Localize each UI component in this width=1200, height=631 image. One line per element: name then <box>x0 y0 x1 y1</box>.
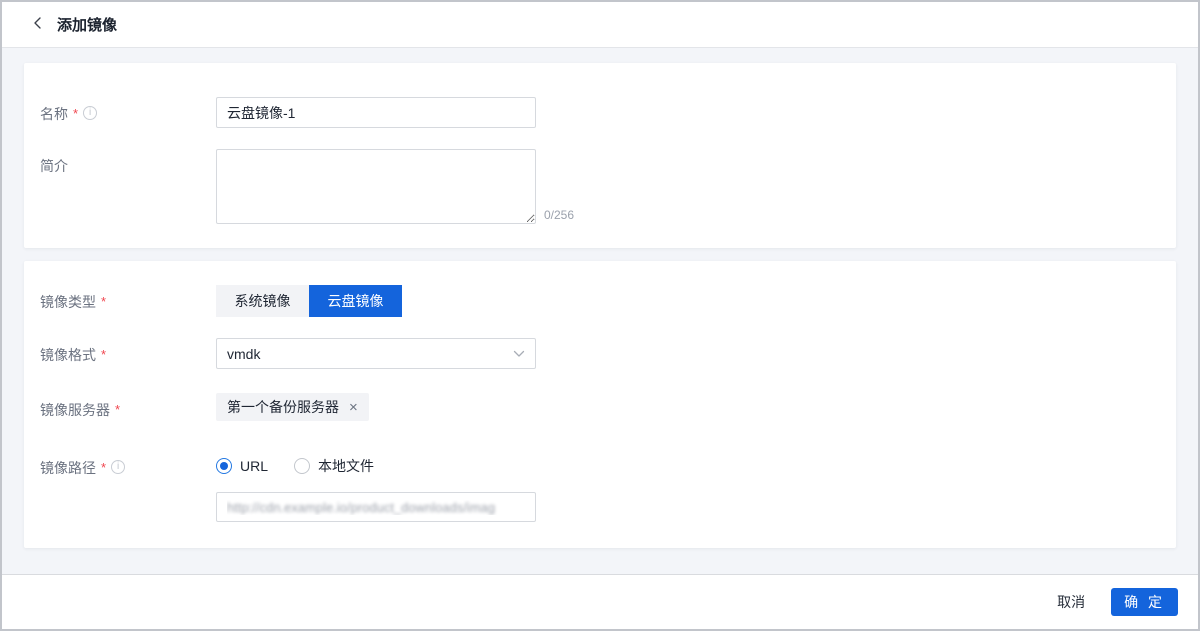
image-path-label: 镜像路径 <box>40 460 96 476</box>
intro-field-wrap: 0/256 <box>216 149 574 224</box>
intro-label: 简介 <box>40 158 68 174</box>
info-icon[interactable]: i <box>111 460 126 474</box>
radio-url[interactable]: URL <box>216 458 268 474</box>
basic-info-card: 名称 * i 简介 0/256 <box>24 63 1176 248</box>
url-input[interactable] <box>216 492 536 522</box>
required-asterisk: * <box>101 460 107 475</box>
image-type-option-volume[interactable]: 云盘镜像 <box>309 285 402 317</box>
char-counter: 0/256 <box>544 208 575 222</box>
form-area: 名称 * i 简介 0/256 镜像类型 <box>2 48 1198 574</box>
server-tag-label: 第一个备份服务器 <box>227 399 339 415</box>
cancel-button[interactable]: 取消 <box>1057 592 1085 612</box>
back-button[interactable] <box>30 15 45 34</box>
intro-label-group: 简介 <box>40 149 216 176</box>
server-tag: 第一个备份服务器 × <box>216 393 369 421</box>
image-path-controls: URL 本地文件 <box>216 451 536 522</box>
name-label: 名称 <box>40 106 68 122</box>
image-type-row: 镜像类型 * 系统镜像 云盘镜像 <box>40 285 1160 317</box>
image-format-row: 镜像格式 * vmdk <box>40 338 1160 369</box>
page-header: 添加镜像 <box>2 2 1198 48</box>
image-config-card: 镜像类型 * 系统镜像 云盘镜像 镜像格式 * vmdk 镜像服务器 * 第一个… <box>24 261 1176 548</box>
name-label-group: 名称 * i <box>40 97 216 124</box>
name-input[interactable] <box>216 97 536 128</box>
image-type-label: 镜像类型 <box>40 294 96 310</box>
image-type-option-system[interactable]: 系统镜像 <box>216 285 309 317</box>
radio-local-file-label: 本地文件 <box>318 458 375 474</box>
chevron-left-icon <box>32 17 43 32</box>
footer-bar: 取消 确 定 <box>2 574 1198 629</box>
chevron-down-icon <box>513 345 525 363</box>
page-title: 添加镜像 <box>57 17 118 34</box>
radio-url-label: URL <box>240 458 269 474</box>
info-icon[interactable]: i <box>83 106 98 120</box>
image-path-label-group: 镜像路径 * i <box>40 451 216 478</box>
tag-close-icon[interactable]: × <box>349 400 358 415</box>
image-path-row: 镜像路径 * i URL 本地文件 <box>40 451 1160 522</box>
required-asterisk: * <box>101 347 107 362</box>
intro-row: 简介 0/256 <box>40 149 1160 224</box>
image-server-row: 镜像服务器 * 第一个备份服务器 × <box>40 393 1160 421</box>
radio-unselected-icon <box>294 458 311 474</box>
radio-selected-icon <box>216 458 232 474</box>
required-asterisk: * <box>101 294 107 309</box>
image-server-label-group: 镜像服务器 * <box>40 393 216 420</box>
name-row: 名称 * i <box>40 97 1160 128</box>
image-type-toggle-group: 系统镜像 云盘镜像 <box>216 285 402 317</box>
path-source-radio-group: URL 本地文件 <box>216 451 536 476</box>
confirm-button[interactable]: 确 定 <box>1111 588 1178 616</box>
image-format-select[interactable]: vmdk <box>216 338 536 369</box>
image-format-label: 镜像格式 <box>40 347 96 363</box>
image-type-label-group: 镜像类型 * <box>40 285 216 312</box>
image-format-value: vmdk <box>227 345 261 362</box>
add-image-page: 添加镜像 名称 * i 简介 0/256 <box>0 0 1200 631</box>
radio-local-file[interactable]: 本地文件 <box>294 456 374 476</box>
required-asterisk: * <box>73 106 79 121</box>
intro-textarea[interactable] <box>216 149 536 224</box>
required-asterisk: * <box>115 402 121 417</box>
image-format-label-group: 镜像格式 * <box>40 338 216 365</box>
image-server-label: 镜像服务器 <box>40 402 110 418</box>
